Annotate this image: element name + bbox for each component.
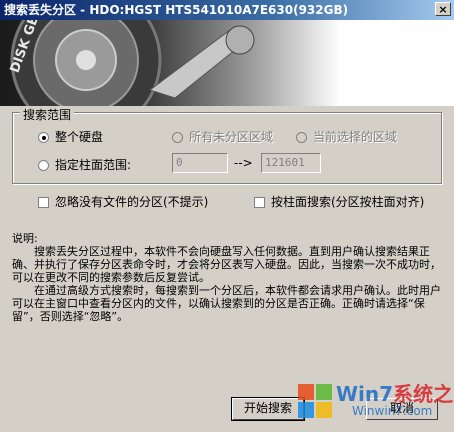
radio-whole-disk[interactable]: 整个硬盘	[38, 128, 103, 145]
disk-illustration: DISK GENIUS	[8, 20, 255, 106]
checkbox-by-cylinder[interactable]: 按柱面搜索(分区按柱面对齐)	[254, 193, 424, 210]
banner: DISK GENIUS	[0, 20, 454, 106]
checkbox-ignore-no-files[interactable]: 忽略没有文件的分区(不提示)	[38, 193, 208, 210]
radio-cylinder-range-label: 指定柱面范围:	[55, 158, 132, 172]
radio-all-unpartitioned[interactable]: 所有未分区区域	[172, 128, 273, 145]
range-arrow: -->	[234, 156, 253, 170]
search-range-group	[12, 112, 442, 184]
checkbox-box[interactable]	[38, 197, 49, 208]
radio-dot[interactable]	[172, 132, 183, 143]
description-heading: 说明:	[12, 232, 38, 245]
checkbox-ignore-no-files-label: 忽略没有文件的分区(不提示)	[55, 195, 209, 209]
close-button[interactable]: ×	[435, 2, 451, 16]
radio-current-selected-label: 当前选择的区域	[313, 130, 398, 144]
radio-dot[interactable]	[38, 132, 49, 143]
start-search-button[interactable]: 开始搜索	[231, 397, 305, 421]
cylinder-to-input[interactable]: 121601	[261, 153, 321, 173]
search-range-legend: 搜索范围	[20, 106, 75, 123]
radio-dot[interactable]	[38, 160, 49, 171]
radio-dot[interactable]	[296, 132, 307, 143]
radio-current-selected[interactable]: 当前选择的区域	[296, 128, 397, 145]
radio-cylinder-range[interactable]: 指定柱面范围:	[38, 156, 131, 173]
description-para-1: 搜索丢失分区过程中，本软件不会向硬盘写入任何数据。直到用户确认搜索结果正确、并执…	[12, 245, 441, 284]
cancel-button[interactable]: 取消	[366, 398, 438, 420]
radio-whole-disk-label: 整个硬盘	[55, 130, 104, 144]
checkbox-by-cylinder-label: 按柱面搜索(分区按柱面对齐)	[271, 195, 425, 209]
checkbox-box[interactable]	[254, 197, 265, 208]
cylinder-from-input[interactable]: 0	[172, 153, 228, 173]
description: 说明: 搜索丢失分区过程中，本软件不会向硬盘写入任何数据。直到用户确认搜索结果正…	[12, 232, 444, 323]
radio-all-unpartitioned-label: 所有未分区区域	[189, 130, 274, 144]
window-title: 搜索丢失分区 - HDO:HGST HTS541010A7E630(932GB)	[4, 3, 349, 17]
description-para-2: 在通过高级方式搜索时，每搜索到一个分区后，本软件都会请求用户确认。此时用户可以在…	[12, 284, 441, 323]
title-bar: 搜索丢失分区 - HDO:HGST HTS541010A7E630(932GB)…	[0, 0, 454, 20]
